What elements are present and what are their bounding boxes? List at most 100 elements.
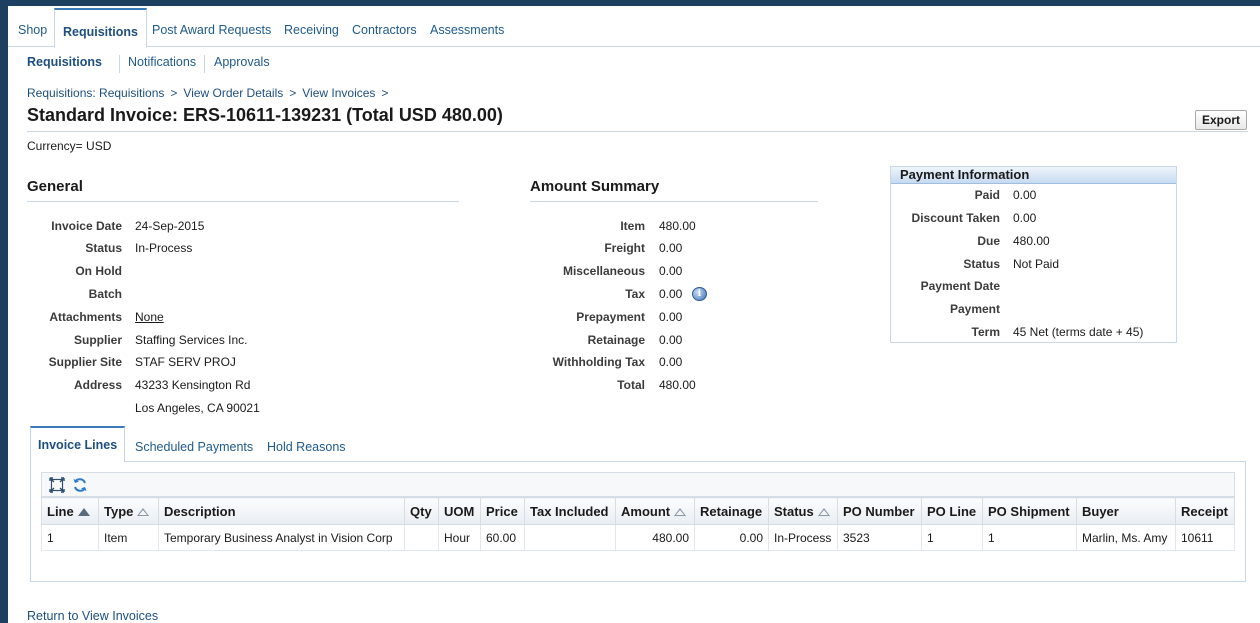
column-header-po-number: PO Number: [837, 497, 922, 525]
subtab-approvals[interactable]: Approvals: [214, 55, 270, 69]
cell-po-line: 1: [921, 524, 983, 551]
return-to-view-invoices-link[interactable]: Return to View Invoices: [27, 609, 158, 623]
invoice-date-label: Invoice Date: [51, 219, 122, 233]
sort-icon: [674, 508, 687, 517]
payment-status-value: Not Paid: [1013, 257, 1060, 271]
address-line2: Los Angeles, CA 90021: [135, 401, 260, 415]
column-header-tax-included: Tax Included: [524, 497, 616, 525]
due-value: 480.00: [1013, 234, 1050, 248]
breadcrumb-requisitions[interactable]: Requisitions: Requisitions: [27, 86, 164, 100]
subtab-requisitions[interactable]: Requisitions: [27, 55, 102, 69]
breadcrumb-view-invoices[interactable]: View Invoices: [302, 86, 375, 100]
column-header-label: Status: [774, 503, 814, 519]
column-header-label: Amount: [621, 503, 671, 519]
invoice-lines-table: Line Type Description Qty UOM Price Tax …: [41, 497, 1235, 551]
tab-post-award-requests[interactable]: Post Award Requests: [152, 23, 271, 37]
status-value: In-Process: [135, 241, 193, 255]
sort-icon: [137, 508, 150, 517]
tab-requisitions[interactable]: Requisitions: [54, 8, 148, 48]
miscellaneous-value: 0.00: [659, 264, 683, 278]
address-line1: 43233 Kensington Rd: [135, 378, 251, 392]
tab-contractors[interactable]: Contractors: [352, 23, 417, 37]
payment-status-label: Status: [963, 257, 1000, 271]
cell-status: In-Process: [768, 524, 838, 551]
prepayment-label: Prepayment: [576, 310, 645, 324]
table-row: 1 Item Temporary Business Analyst in Vis…: [41, 524, 1235, 551]
supplier-site-value: STAF SERV PROJ: [135, 355, 236, 369]
item-value: 480.00: [659, 219, 696, 233]
payment-label: Payment: [949, 302, 1000, 316]
cell-type: Item: [98, 524, 159, 551]
column-header-retainage: Retainage: [694, 497, 769, 525]
freight-label: Freight: [604, 241, 645, 255]
column-header-qty: Qty: [404, 497, 439, 525]
tab-scheduled-payments[interactable]: Scheduled Payments: [135, 440, 253, 454]
column-header-description: Description: [158, 497, 405, 525]
info-icon[interactable]: i: [692, 287, 707, 301]
cell-amount: 480.00: [615, 524, 695, 551]
payment-date-label: Payment Date: [920, 279, 1000, 293]
tab-invoice-lines[interactable]: Invoice Lines: [30, 426, 126, 462]
column-header-buyer: Buyer: [1076, 497, 1176, 525]
attachments-link[interactable]: None: [135, 310, 164, 324]
breadcrumb: Requisitions: Requisitions > View Order De…: [27, 86, 394, 100]
po-number-link[interactable]: 3523: [837, 524, 922, 551]
refresh-icon[interactable]: [72, 477, 88, 493]
term-label: Term: [971, 325, 1000, 339]
withholding-tax-label: Withholding Tax: [552, 355, 645, 369]
column-header-po-shipment: PO Shipment: [982, 497, 1077, 525]
supplier-label: Supplier: [73, 333, 122, 347]
freight-value: 0.00: [659, 241, 683, 255]
cell-qty: [404, 524, 439, 551]
column-header-uom: UOM: [438, 497, 481, 525]
tab-shop[interactable]: Shop: [18, 23, 47, 37]
tax-label: Tax: [625, 287, 645, 301]
detach-icon[interactable]: [49, 477, 65, 493]
column-header-price: Price: [480, 497, 525, 525]
paid-value: 0.00: [1013, 188, 1037, 202]
tab-receiving[interactable]: Receiving: [284, 23, 339, 37]
discount-taken-value: 0.00: [1013, 211, 1037, 225]
subtab-notifications[interactable]: Notifications: [128, 55, 196, 69]
sort-ascending-icon: [77, 508, 90, 517]
receipt-link[interactable]: 10611: [1175, 524, 1235, 551]
buyer-link[interactable]: Marlin, Ms. Amy: [1076, 524, 1176, 551]
breadcrumb-view-order-details[interactable]: View Order Details: [183, 86, 283, 100]
paid-label: Paid: [974, 188, 1000, 202]
miscellaneous-label: Miscellaneous: [562, 264, 645, 278]
withholding-tax-value: 0.00: [659, 355, 683, 369]
subtab-divider: [119, 55, 120, 73]
total-value: 480.00: [659, 378, 696, 392]
cell-tax-included: [524, 524, 616, 551]
title-divider: [27, 131, 1248, 132]
tax-value: 0.00: [659, 287, 683, 301]
export-button[interactable]: Export: [1195, 110, 1247, 130]
prepayment-value: 0.00: [659, 310, 683, 324]
item-label: Item: [620, 219, 645, 233]
tab-hold-reasons[interactable]: Hold Reasons: [267, 440, 346, 454]
attachments-label: Attachments: [49, 310, 122, 324]
discount-taken-label: Discount Taken: [911, 211, 1000, 225]
general-heading: General: [27, 178, 459, 202]
column-header-line[interactable]: Line: [41, 497, 99, 525]
column-header-label: Line: [47, 503, 74, 519]
subtab-divider: [204, 55, 205, 73]
column-header-po-line: PO Line: [921, 497, 983, 525]
supplier-value: Staffing Services Inc.: [135, 333, 248, 347]
tab-assessments[interactable]: Assessments: [430, 23, 504, 37]
batch-label: Batch: [88, 287, 122, 301]
breadcrumb-separator: >: [289, 86, 297, 100]
cell-line: 1: [41, 524, 99, 551]
column-header-type[interactable]: Type: [98, 497, 159, 525]
breadcrumb-separator: >: [170, 86, 178, 100]
due-label: Due: [977, 234, 1000, 248]
retainage-label: Retainage: [587, 333, 645, 347]
top-tab-bar: Shop Requisitions Post Award Requests Re…: [8, 6, 1260, 48]
cell-uom: Hour: [438, 524, 481, 551]
sort-icon: [817, 508, 830, 517]
column-header-amount[interactable]: Amount: [615, 497, 695, 525]
column-header-label: Type: [104, 503, 134, 519]
column-header-status[interactable]: Status: [768, 497, 838, 525]
retainage-value: 0.00: [659, 333, 683, 347]
amount-summary-heading: Amount Summary: [530, 178, 818, 202]
